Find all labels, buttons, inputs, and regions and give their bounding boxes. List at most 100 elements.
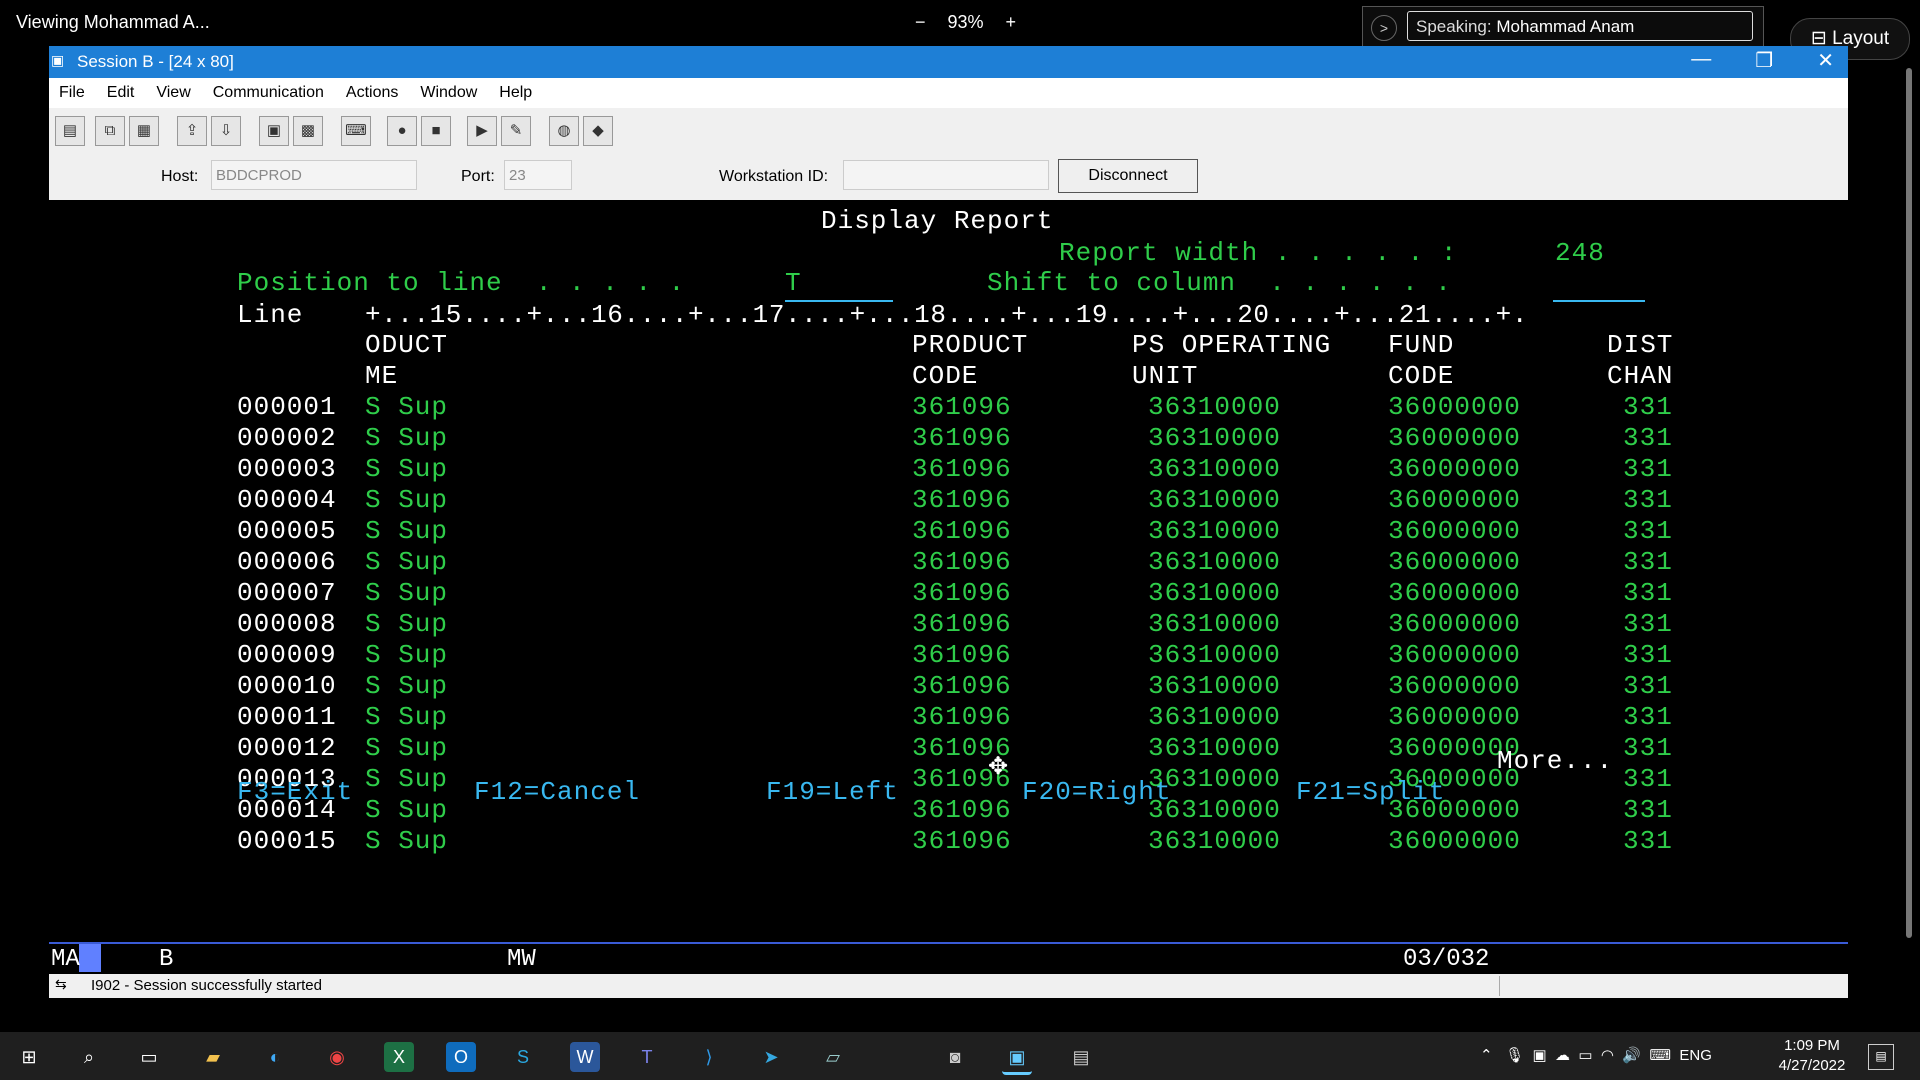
- word-icon[interactable]: W: [570, 1042, 600, 1072]
- row-product-name: S Sup: [365, 795, 449, 825]
- maximize-button[interactable]: ❐: [1755, 48, 1773, 73]
- zoom-out-button[interactable]: −: [915, 12, 926, 33]
- vscode-icon[interactable]: ⟩: [694, 1042, 724, 1072]
- fkey-exit[interactable]: F3=Exit: [237, 777, 353, 807]
- menu-communication[interactable]: Communication: [213, 84, 324, 102]
- display-icon[interactable]: ▣: [259, 116, 289, 146]
- outlook-icon[interactable]: O: [446, 1042, 476, 1072]
- menu-file[interactable]: File: [59, 84, 85, 102]
- chevron-right-icon[interactable]: >: [1371, 15, 1397, 41]
- row-line: 000011: [237, 702, 337, 732]
- teams-icon[interactable]: T: [632, 1042, 662, 1072]
- system-clock[interactable]: 1:09 PM 4/27/2022: [1762, 1036, 1862, 1076]
- keyboard-icon[interactable]: ⌨: [341, 116, 371, 146]
- workstation-id-field[interactable]: [843, 160, 1049, 190]
- notes-icon[interactable]: ▱: [818, 1042, 848, 1072]
- close-button[interactable]: ✕: [1817, 48, 1834, 73]
- monitor-icon[interactable]: ▩: [293, 116, 323, 146]
- row-product-code: 361096: [912, 795, 1012, 825]
- copy-icon[interactable]: ⧉: [95, 116, 125, 146]
- chrome-icon[interactable]: ◉: [322, 1042, 352, 1072]
- status-message: I902 - Session successfully started: [91, 977, 322, 994]
- speaking-name: Mohammad Anam: [1496, 17, 1635, 36]
- menu-window[interactable]: Window: [420, 84, 477, 102]
- camera-icon[interactable]: ▣: [1532, 1047, 1546, 1064]
- stop-icon[interactable]: ■: [421, 116, 451, 146]
- terminal-screen[interactable]: Display Report Report width . . . . . : …: [49, 200, 1848, 930]
- row-ps-unit: 36310000: [1148, 609, 1281, 639]
- system-tray: ⌃ 🎙 ▣ ☁ ▭ ◠ 🔊 ⌨ ENG: [1480, 1046, 1712, 1064]
- disconnect-button[interactable]: Disconnect: [1058, 159, 1198, 193]
- row-fund-code: 36000000: [1388, 702, 1521, 732]
- row-dist-chan: 331: [1623, 702, 1673, 732]
- scrollbar-thumb[interactable]: [1906, 68, 1912, 938]
- edge-icon[interactable]: ◐: [260, 1042, 290, 1072]
- keyboard-layout-icon[interactable]: ⌨: [1649, 1047, 1671, 1064]
- macro-play-icon[interactable]: ▶: [467, 116, 497, 146]
- minimize-button[interactable]: —: [1691, 48, 1711, 73]
- receive-icon[interactable]: ⇩: [211, 116, 241, 146]
- battery-icon[interactable]: ▭: [1578, 1047, 1592, 1064]
- volume-icon[interactable]: 🔊: [1622, 1047, 1641, 1064]
- row-ps-unit: 36310000: [1148, 578, 1281, 608]
- more-indicator: More...: [1497, 746, 1614, 776]
- row-dist-chan: 331: [1623, 392, 1673, 422]
- row-dist-chan: 331: [1623, 733, 1673, 763]
- microphone-icon[interactable]: 🎙: [1505, 1047, 1524, 1064]
- row-line: 000015: [237, 826, 337, 856]
- position-to-line-value: T: [785, 268, 802, 298]
- port-field[interactable]: 23: [504, 160, 572, 190]
- language-indicator[interactable]: ENG: [1679, 1047, 1712, 1064]
- excel-icon[interactable]: X: [384, 1042, 414, 1072]
- print-screen-icon[interactable]: ▤: [55, 116, 85, 146]
- fkey-left[interactable]: F19=Left: [766, 777, 899, 807]
- windows-start-icon[interactable]: ⊞: [14, 1042, 44, 1072]
- menu-actions[interactable]: Actions: [346, 84, 398, 102]
- row-product-code: 361096: [912, 671, 1012, 701]
- zoom-in-button[interactable]: +: [1006, 12, 1017, 33]
- globe-icon[interactable]: ◍: [549, 116, 579, 146]
- row-ps-unit: 36310000: [1148, 733, 1281, 763]
- file-explorer-icon[interactable]: ▰: [198, 1042, 228, 1072]
- search-icon[interactable]: ⌕: [74, 1042, 104, 1072]
- cloud-icon[interactable]: ☁: [1555, 1047, 1570, 1064]
- macro-edit-icon[interactable]: ✎: [501, 116, 531, 146]
- screen-title: Display Report: [821, 206, 1054, 236]
- row-dist-chan: 331: [1623, 547, 1673, 577]
- menu-help[interactable]: Help: [499, 84, 532, 102]
- position-to-line-field[interactable]: T: [785, 268, 893, 302]
- tag-icon[interactable]: ◆: [583, 116, 613, 146]
- skype-icon[interactable]: S: [508, 1042, 538, 1072]
- fkey-split[interactable]: F21=Split: [1296, 777, 1445, 807]
- speaking-indicator: Speaking: Mohammad Anam: [1407, 11, 1753, 41]
- menu-edit[interactable]: Edit: [107, 84, 135, 102]
- host-field[interactable]: BDDCPROD: [211, 160, 417, 190]
- session-app-icon: ▣: [51, 52, 65, 68]
- fkey-right[interactable]: F20=Right: [1022, 777, 1171, 807]
- shift-to-column-field[interactable]: [1553, 268, 1645, 302]
- row-line: 000004: [237, 485, 337, 515]
- send-icon[interactable]: ⇪: [177, 116, 207, 146]
- row-fund-code: 36000000: [1388, 392, 1521, 422]
- task-view-icon[interactable]: ▭: [134, 1042, 164, 1072]
- header-dist-2: CHAN: [1607, 361, 1674, 391]
- menu-view[interactable]: View: [156, 84, 190, 102]
- row-product-code: 361096: [912, 640, 1012, 670]
- fkey-cancel[interactable]: F12=Cancel: [474, 777, 640, 807]
- wifi-icon[interactable]: ◠: [1601, 1047, 1614, 1064]
- row-fund-code: 36000000: [1388, 547, 1521, 577]
- vertical-scrollbar[interactable]: [1898, 60, 1920, 1000]
- row-fund-code: 36000000: [1388, 609, 1521, 639]
- record-icon[interactable]: ●: [387, 116, 417, 146]
- terminal-app-icon[interactable]: ▤: [1066, 1042, 1096, 1072]
- session-taskbar-icon[interactable]: ▣: [1002, 1042, 1032, 1075]
- report-width-label: Report width . . . . . :: [1059, 238, 1458, 268]
- chevron-up-icon[interactable]: ⌃: [1480, 1047, 1493, 1064]
- window-titlebar[interactable]: ▣ Session B - [24 x 80] — ❐ ✕: [49, 46, 1848, 78]
- paste-icon[interactable]: ▦: [129, 116, 159, 146]
- telegram-icon[interactable]: ➤: [756, 1042, 786, 1072]
- notifications-icon[interactable]: ▤: [1868, 1044, 1894, 1070]
- remote-app-icon[interactable]: ◙: [940, 1042, 970, 1072]
- row-dist-chan: 331: [1623, 423, 1673, 453]
- row-product-code: 361096: [912, 609, 1012, 639]
